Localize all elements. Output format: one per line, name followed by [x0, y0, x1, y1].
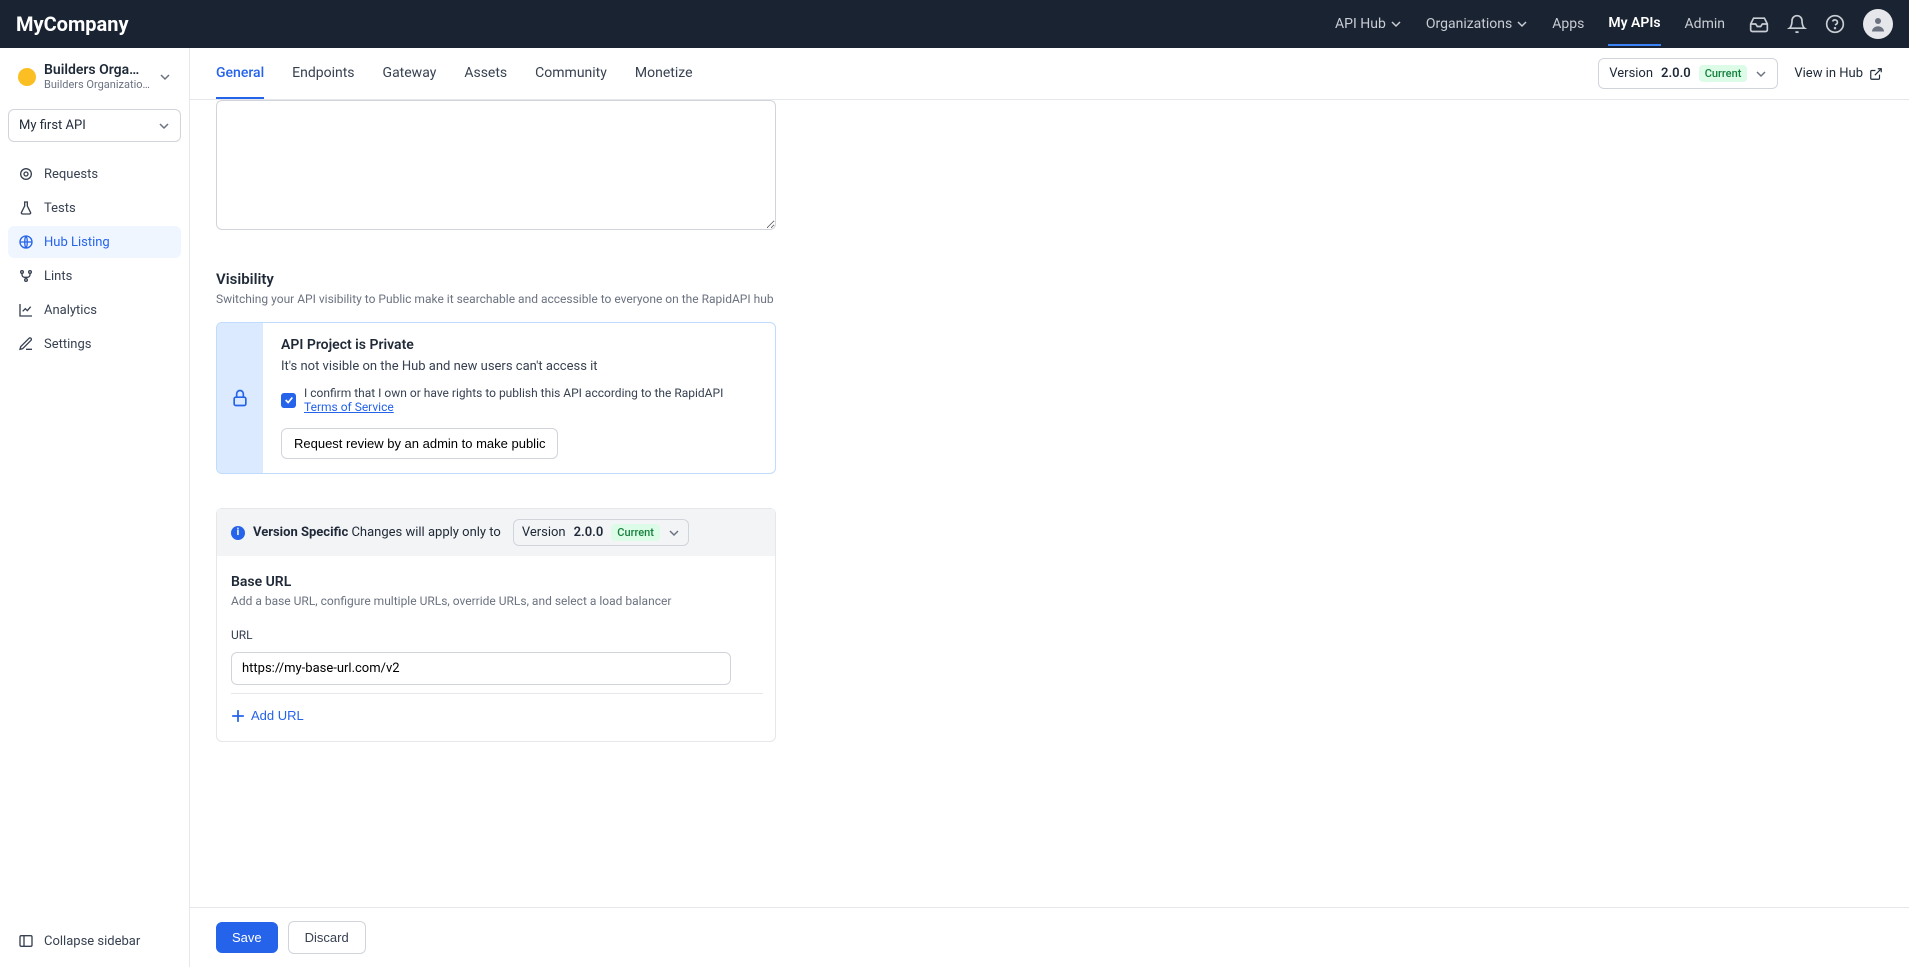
visibility-subtitle: Switching your API visibility to Public …	[216, 292, 1883, 306]
org-name: Builders Orga…	[44, 62, 151, 78]
sidebar-item-label: Lints	[44, 269, 72, 284]
nav-apps[interactable]: Apps	[1552, 3, 1584, 45]
tab-community[interactable]: Community	[535, 48, 607, 99]
user-icon	[1869, 15, 1887, 33]
nav-organizations-label: Organizations	[1426, 16, 1512, 32]
org-subtitle: Builders Organization-D…	[44, 78, 151, 91]
add-url-button[interactable]: Add URL	[231, 708, 304, 723]
visibility-card-title: API Project is Private	[281, 337, 757, 353]
side-nav: Requests Tests Hub Listing Lints Analyti…	[8, 158, 181, 360]
version-specific-rest: Changes will apply only to	[351, 525, 500, 540]
base-url-input[interactable]	[231, 652, 731, 685]
discard-button[interactable]: Discard	[288, 921, 366, 954]
version-specific-bold: Version Specific	[253, 525, 348, 540]
current-badge: Current	[1699, 65, 1748, 82]
sidebar-item-label: Tests	[44, 201, 76, 216]
chevron-down-icon	[1390, 18, 1402, 30]
nav-api-hub[interactable]: API Hub	[1335, 3, 1402, 45]
collapse-sidebar-button[interactable]: Collapse sidebar	[8, 923, 181, 959]
chevron-down-icon	[668, 527, 680, 539]
content-scroll[interactable]: Visibility Switching your API visibility…	[190, 100, 1909, 907]
check-icon	[284, 395, 294, 405]
nav-organizations[interactable]: Organizations	[1426, 3, 1528, 45]
view-in-hub-label: View in Hub	[1794, 66, 1863, 81]
bell-icon[interactable]	[1787, 14, 1807, 34]
sidebar-item-analytics[interactable]: Analytics	[8, 294, 181, 326]
chevron-down-icon	[158, 120, 170, 132]
vs-version-number: 2.0.0	[574, 525, 604, 540]
sidebar-item-label: Hub Listing	[44, 235, 110, 250]
base-url-subtitle: Add a base URL, configure multiple URLs,…	[231, 594, 761, 608]
terms-of-service-link[interactable]: Terms of Service	[304, 400, 394, 414]
nav-api-hub-label: API Hub	[1335, 16, 1386, 32]
pencil-icon	[18, 336, 34, 352]
tab-endpoints[interactable]: Endpoints	[292, 48, 354, 99]
sidebar-item-hub-listing[interactable]: Hub Listing	[8, 226, 181, 258]
version-specific-card: i Version Specific Changes will apply on…	[216, 508, 776, 742]
main: General Endpoints Gateway Assets Communi…	[190, 48, 1909, 967]
vs-current-badge: Current	[611, 524, 660, 541]
sidebar-item-tests[interactable]: Tests	[8, 192, 181, 224]
brand-logo: MyCompany	[16, 12, 129, 36]
api-selector-label: My first API	[19, 118, 86, 133]
base-url-title: Base URL	[231, 574, 761, 590]
sidebar-item-settings[interactable]: Settings	[8, 328, 181, 360]
sidebar-item-label: Settings	[44, 337, 91, 352]
target-icon	[18, 166, 34, 182]
version-specific-dropdown[interactable]: Version 2.0.0 Current	[513, 519, 689, 546]
tab-assets[interactable]: Assets	[464, 48, 507, 99]
user-avatar[interactable]	[1863, 9, 1893, 39]
plus-icon	[231, 709, 245, 723]
sidebar-item-lints[interactable]: Lints	[8, 260, 181, 292]
add-url-label: Add URL	[251, 708, 304, 723]
sidebar-item-requests[interactable]: Requests	[8, 158, 181, 190]
version-specific-header: i Version Specific Changes will apply on…	[217, 509, 775, 556]
info-icon: i	[231, 526, 245, 540]
help-icon[interactable]	[1825, 14, 1845, 34]
chevron-down-icon	[159, 71, 171, 83]
nav-admin[interactable]: Admin	[1685, 3, 1725, 45]
description-textarea[interactable]	[216, 100, 776, 230]
version-label: Version	[1609, 66, 1653, 81]
url-label: URL	[231, 628, 761, 642]
flask-icon	[18, 200, 34, 216]
inbox-icon[interactable]	[1749, 14, 1769, 34]
api-selector[interactable]: My first API	[8, 109, 181, 142]
nav-my-apis[interactable]: My APIs	[1608, 2, 1660, 46]
tab-monetize[interactable]: Monetize	[635, 48, 693, 99]
view-in-hub-link[interactable]: View in Hub	[1794, 66, 1883, 81]
tab-bar: General Endpoints Gateway Assets Communi…	[190, 48, 1909, 100]
tab-general[interactable]: General	[216, 48, 264, 99]
sidebar-item-label: Requests	[44, 167, 98, 182]
chevron-down-icon	[1755, 68, 1767, 80]
top-nav: MyCompany API Hub Organizations Apps My …	[0, 0, 1909, 48]
visibility-card-subtitle: It's not visible on the Hub and new user…	[281, 359, 757, 374]
chart-icon	[18, 302, 34, 318]
request-review-button[interactable]: Request review by an admin to make publi…	[281, 428, 558, 459]
confirm-checkbox[interactable]	[281, 393, 296, 408]
divider	[231, 693, 763, 694]
visibility-card: API Project is Private It's not visible …	[216, 322, 776, 474]
collapse-sidebar-label: Collapse sidebar	[44, 934, 140, 949]
version-dropdown[interactable]: Version 2.0.0 Current	[1598, 58, 1778, 89]
confirm-row: I confirm that I own or have rights to p…	[281, 386, 757, 414]
branch-icon	[18, 268, 34, 284]
globe-icon	[18, 234, 34, 250]
visibility-title: Visibility	[216, 270, 1883, 288]
chevron-down-icon	[1516, 18, 1528, 30]
sidebar: Builders Orga… Builders Organization-D… …	[0, 48, 190, 967]
version-number: 2.0.0	[1661, 66, 1691, 81]
org-selector[interactable]: Builders Orga… Builders Organization-D…	[8, 56, 181, 97]
sidebar-item-label: Analytics	[44, 303, 97, 318]
collapse-icon	[18, 933, 34, 949]
lock-icon	[230, 388, 250, 408]
vs-version-label: Version	[522, 525, 566, 540]
org-icon	[18, 68, 36, 86]
confirm-text: I confirm that I own or have rights to p…	[304, 386, 723, 400]
external-link-icon	[1869, 67, 1883, 81]
tab-gateway[interactable]: Gateway	[383, 48, 437, 99]
footer-actions: Save Discard	[190, 907, 1909, 967]
save-button[interactable]: Save	[216, 922, 278, 953]
